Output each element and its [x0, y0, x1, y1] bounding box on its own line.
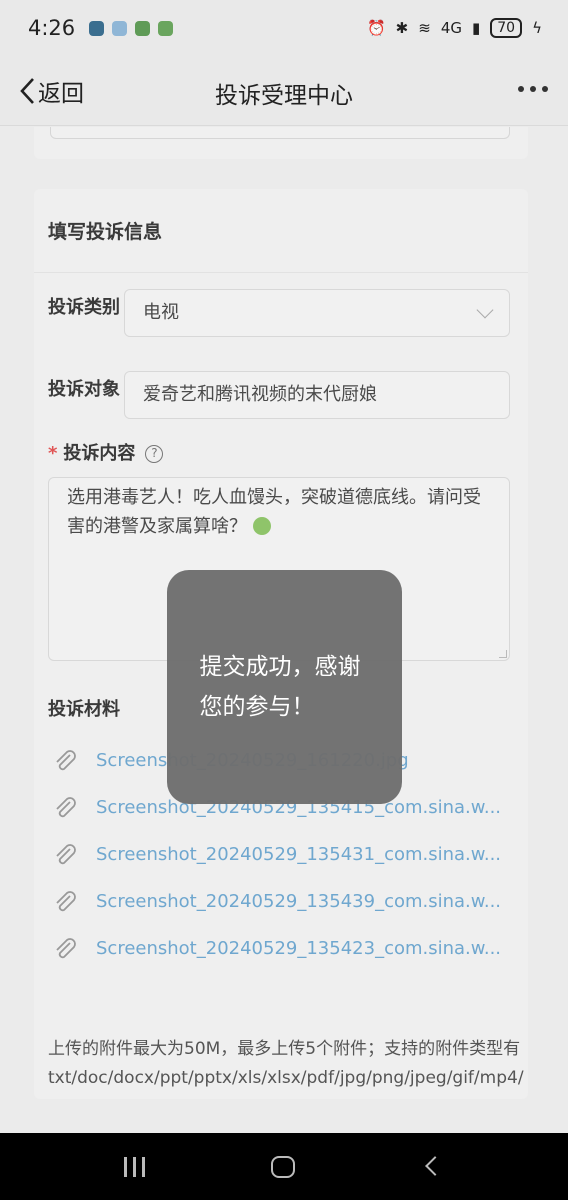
status-bar: 4:26 ⏰ ✱ ≋ 4G ▮ 70 ϟ	[0, 0, 568, 56]
upload-note: 上传的附件最大为50M，最多上传5个附件；支持的附件类型有txt/doc/doc…	[48, 1039, 524, 1088]
category-label: 投诉类别	[48, 297, 120, 318]
nav-bar: 投诉受理中心 返回	[0, 56, 568, 126]
success-toast: 提交成功，感谢您的参与！	[167, 570, 402, 804]
target-label: 投诉对象	[48, 379, 120, 400]
status-time: 4:26	[28, 16, 76, 40]
target-value: 爱奇艺和腾讯视频的末代厨娘	[143, 384, 377, 405]
home-button[interactable]	[271, 1156, 295, 1178]
category-select[interactable]: 电视	[124, 289, 510, 337]
chevron-left-icon	[20, 78, 34, 104]
attachment-item[interactable]: Screenshot_20240529_135439_com.sina.w...	[48, 878, 518, 925]
attachment-item[interactable]: Screenshot_20240529_135423_com.sina.w...	[48, 925, 518, 972]
help-icon[interactable]: ?	[145, 445, 164, 463]
section-title: 填写投诉信息	[48, 221, 163, 243]
more-dot-icon	[530, 86, 536, 92]
category-value: 电视	[143, 302, 179, 323]
content-label-row: * 投诉内容?	[48, 439, 164, 465]
attachments-label: 投诉材料	[48, 699, 120, 720]
recent-apps-button[interactable]	[124, 1157, 145, 1177]
content-text: 选用港毒艺人！吃人血馒头，突破道德底线。请问受害的港警及家属算啥？	[67, 487, 481, 537]
page-title: 投诉受理中心	[215, 83, 353, 109]
bluetooth-icon: ✱	[395, 19, 409, 37]
previous-section-field[interactable]	[50, 127, 510, 139]
toast-message: 提交成功，感谢您的参与！	[199, 654, 361, 720]
target-input[interactable]: 爱奇艺和腾讯视频的末代厨娘	[124, 371, 510, 419]
notification-icon	[89, 20, 105, 36]
attachment-link[interactable]: Screenshot_20240529_135423_com.sina.w...	[96, 938, 501, 959]
alarm-icon: ⏰	[366, 19, 386, 37]
wifi-icon: ≋	[418, 19, 431, 37]
attachment-link[interactable]: Screenshot_20240529_135431_com.sina.w...	[96, 844, 501, 865]
attachment-item[interactable]: Screenshot_20240529_135431_com.sina.w...	[48, 831, 518, 878]
more-dot-icon	[518, 86, 524, 92]
charging-icon: ϟ	[532, 19, 542, 37]
battery-indicator: 70	[490, 18, 523, 38]
resize-handle-icon[interactable]	[499, 650, 507, 658]
paperclip-icon	[56, 843, 76, 864]
notification-icon	[135, 20, 151, 36]
chevron-down-icon	[476, 301, 494, 319]
paperclip-icon	[56, 890, 76, 911]
recent-line-icon	[133, 1157, 136, 1177]
crying-emoji-icon	[252, 517, 271, 535]
back-label: 返回	[38, 81, 84, 107]
recent-line-icon	[124, 1157, 127, 1177]
signal-icon: ▮	[472, 19, 481, 37]
attachment-link[interactable]: Screenshot_20240529_135439_com.sina.w...	[96, 891, 501, 912]
more-options-button[interactable]	[518, 86, 548, 92]
required-mark: *	[48, 443, 58, 464]
more-dot-icon	[542, 86, 548, 92]
back-button[interactable]: 返回	[18, 74, 84, 108]
network-type: 4G	[440, 19, 462, 37]
notification-icon	[158, 20, 174, 36]
system-back-button[interactable]	[425, 1156, 445, 1176]
paperclip-icon	[56, 937, 76, 958]
content-label: 投诉内容	[63, 443, 136, 464]
divider	[34, 272, 528, 273]
previous-section-card	[34, 127, 528, 159]
paperclip-icon	[56, 796, 76, 817]
paperclip-icon	[56, 749, 76, 770]
recent-line-icon	[142, 1157, 145, 1177]
notification-icon	[112, 20, 128, 36]
system-nav-bar	[0, 1133, 568, 1200]
